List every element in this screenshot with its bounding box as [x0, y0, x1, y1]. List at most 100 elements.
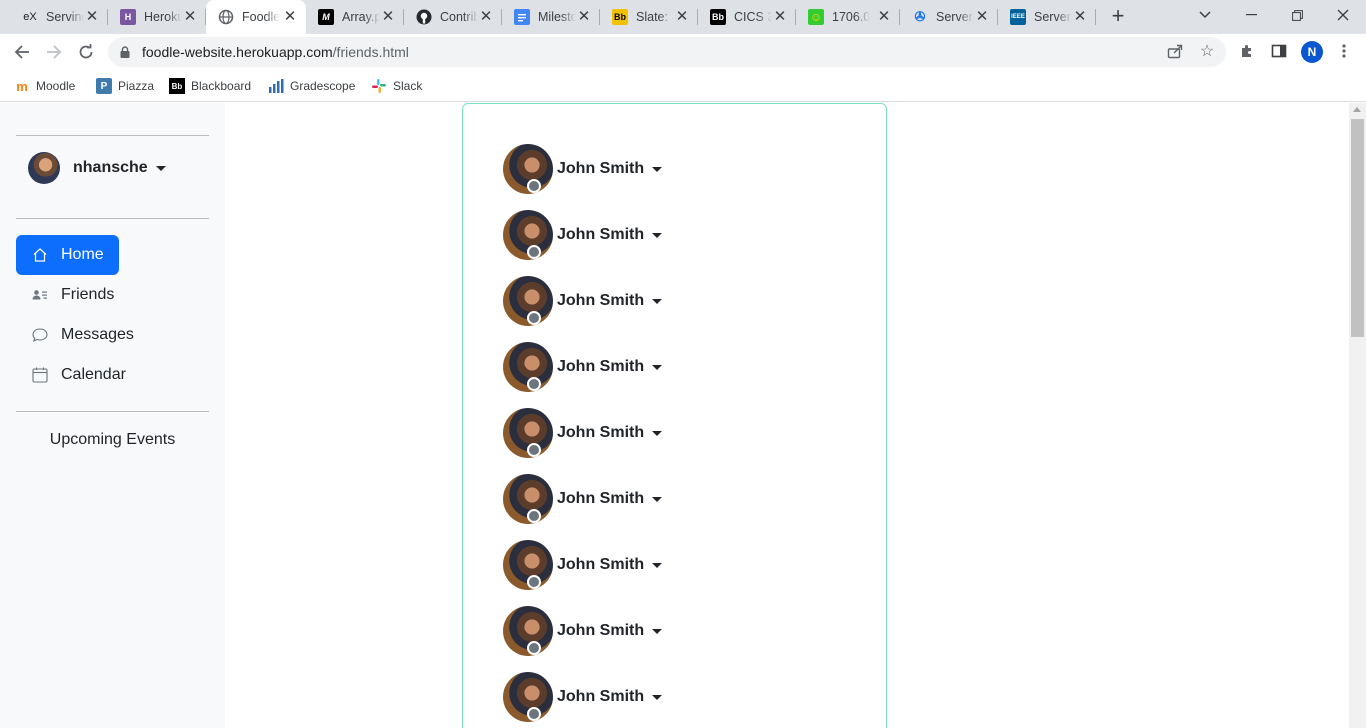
caret-down-icon[interactable]: [652, 694, 663, 700]
offline-status-dot: [527, 641, 541, 655]
friend-item[interactable]: John Smith: [503, 672, 663, 722]
lock-icon[interactable]: [120, 45, 130, 58]
side-panel-icon[interactable]: [1270, 43, 1288, 61]
scrollbar-thumb[interactable]: [1351, 119, 1364, 337]
home-icon: [32, 247, 48, 263]
friend-avatar: [503, 276, 553, 326]
friend-item[interactable]: John Smith: [503, 606, 663, 656]
friend-name: John Smith: [557, 556, 645, 573]
bookmark-slack[interactable]: Slack: [371, 76, 422, 96]
restore-button[interactable]: [1274, 0, 1320, 30]
caret-down-icon[interactable]: [652, 166, 663, 172]
slack-icon: [371, 78, 387, 94]
close-tab-icon[interactable]: ✕: [674, 9, 690, 25]
tab-10[interactable]: IEEE Server ✕: [998, 0, 1096, 34]
close-tab-icon[interactable]: ✕: [876, 9, 892, 25]
forward-button[interactable]: [40, 38, 68, 66]
tab-5[interactable]: Milesto ✕: [502, 0, 600, 34]
tab-3[interactable]: M Array.p ✕: [306, 0, 404, 34]
friend-name: John Smith: [557, 622, 645, 639]
bookmark-piazza[interactable]: P Piazza: [96, 76, 154, 96]
tab-7[interactable]: Bb CICS 3 ✕: [698, 0, 796, 34]
bookmark-label: Gradescope: [290, 79, 356, 93]
tab-0[interactable]: eX Serving ✕: [10, 0, 108, 34]
friend-name: John Smith: [557, 424, 645, 441]
friend-item[interactable]: John Smith: [503, 144, 663, 194]
piazza-icon: P: [96, 78, 112, 94]
tab-title: Contrib: [440, 10, 478, 24]
tab-9[interactable]: ✇ Server ✕: [900, 0, 998, 34]
nav-label: Calendar: [61, 366, 126, 383]
tab-2-active[interactable]: Foodle ✕: [206, 0, 306, 34]
friend-name: John Smith: [557, 490, 645, 507]
profile-avatar[interactable]: N: [1301, 41, 1323, 63]
tab-search-icon[interactable]: [1182, 0, 1228, 30]
tab-title: Server: [1034, 10, 1071, 24]
friend-item[interactable]: John Smith: [503, 342, 663, 392]
moodle-icon: m: [16, 78, 28, 94]
scroll-up-arrow-icon[interactable]: [1353, 107, 1361, 112]
tab-4[interactable]: Contrib ✕: [404, 0, 502, 34]
friend-avatar: [503, 342, 553, 392]
page-scrollbar[interactable]: [1349, 103, 1366, 728]
nav-home[interactable]: Home: [16, 235, 119, 275]
chat-icon: [32, 327, 48, 343]
friend-item[interactable]: John Smith: [503, 408, 663, 458]
close-tab-icon[interactable]: ✕: [282, 9, 298, 25]
offline-status-dot: [527, 311, 541, 325]
extensions-icon[interactable]: [1238, 43, 1256, 61]
friend-item[interactable]: John Smith: [503, 210, 663, 260]
caret-down-icon[interactable]: [652, 562, 663, 568]
friend-name: John Smith: [557, 292, 645, 309]
ieee-icon: IEEE: [1010, 9, 1026, 25]
caret-down-icon[interactable]: [652, 628, 663, 634]
friend-item[interactable]: John Smith: [503, 540, 663, 590]
swirl-icon: ✇: [914, 9, 926, 24]
friends-icon: [32, 287, 48, 303]
reload-button[interactable]: [72, 38, 100, 66]
caret-down-icon[interactable]: [652, 496, 663, 502]
nav-messages[interactable]: Messages: [16, 315, 134, 355]
back-button[interactable]: [8, 38, 36, 66]
friend-name: John Smith: [557, 226, 645, 243]
nav-friends[interactable]: Friends: [16, 275, 119, 315]
tab-title: Array.p: [342, 10, 380, 24]
address-bar[interactable]: foodle-website.herokuapp.com/friends.htm…: [108, 37, 1226, 67]
close-tab-icon[interactable]: ✕: [1072, 9, 1088, 25]
tab-8[interactable]: ☺ 1706.0 ✕: [796, 0, 900, 34]
tab-1[interactable]: H Heroku ✕: [108, 0, 206, 34]
close-tab-icon[interactable]: ✕: [576, 9, 592, 25]
caret-down-icon[interactable]: [652, 298, 663, 304]
bookmark-gradescope[interactable]: Gradescope: [268, 76, 355, 96]
new-tab-button[interactable]: +: [1106, 5, 1130, 29]
nav-calendar[interactable]: Calendar: [16, 355, 126, 395]
friend-item[interactable]: John Smith: [503, 474, 663, 524]
menu-kebab-icon[interactable]: [1335, 43, 1353, 61]
divider: [16, 135, 209, 136]
heroku-favicon-icon: H: [120, 9, 136, 25]
minimize-button[interactable]: [1228, 0, 1274, 30]
close-tab-icon[interactable]: ✕: [84, 9, 100, 25]
share-icon[interactable]: [1166, 43, 1184, 61]
user-dropdown[interactable]: nhansche: [28, 152, 166, 184]
bookmark-moodle[interactable]: m Moodle: [14, 76, 75, 96]
offline-status-dot: [527, 707, 541, 721]
close-tab-icon[interactable]: ✕: [182, 9, 198, 25]
tab-6[interactable]: Bb Slate: ✕: [600, 0, 698, 34]
caret-down-icon[interactable]: [652, 430, 663, 436]
close-tab-icon[interactable]: ✕: [478, 9, 494, 25]
bookmark-blackboard[interactable]: Bb Blackboard: [169, 76, 251, 96]
close-tab-icon[interactable]: ✕: [772, 9, 788, 25]
caret-down-icon[interactable]: [652, 364, 663, 370]
tab-title: Server: [936, 10, 973, 24]
close-tab-icon[interactable]: ✕: [380, 9, 396, 25]
divider: [16, 218, 209, 219]
friend-avatar: [503, 474, 553, 524]
close-window-button[interactable]: [1320, 0, 1366, 30]
tab-title: Heroku: [144, 10, 182, 24]
friend-item[interactable]: John Smith: [503, 276, 663, 326]
bookmark-star-icon[interactable]: ☆: [1198, 43, 1216, 61]
close-tab-icon[interactable]: ✕: [974, 9, 990, 25]
caret-down-icon[interactable]: [652, 232, 663, 238]
blackboard-icon: Bb: [612, 9, 628, 25]
